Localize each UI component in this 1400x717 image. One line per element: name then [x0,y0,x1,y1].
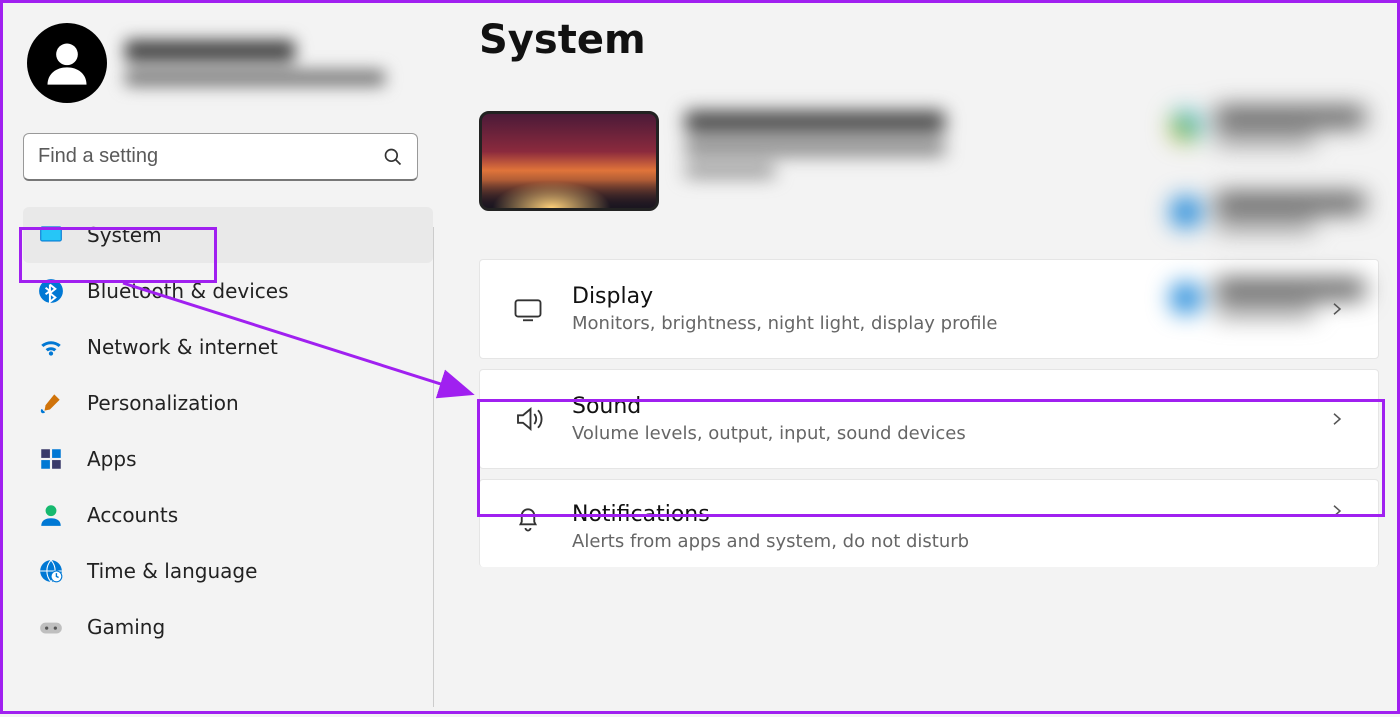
globe-clock-icon [37,557,65,585]
sidebar-item-time-language[interactable]: Time & language [23,543,433,599]
bluetooth-icon [37,277,65,305]
setting-title: Display [572,284,998,309]
setting-subtitle: Monitors, brightness, night light, displ… [572,313,998,334]
sidebar-item-label: System [87,223,162,247]
sidebar-item-label: Time & language [87,559,257,583]
display-icon [512,293,544,325]
person-icon [41,37,93,89]
sidebar-item-label: Network & internet [87,335,278,359]
sidebar-nav: System Bluetooth & devices Network & int… [23,207,433,655]
user-name-block [125,40,385,86]
page-title: System [443,17,1385,63]
avatar [27,23,107,103]
wifi-icon [37,333,65,361]
person-icon [37,501,65,529]
device-wallpaper-thumb [479,111,659,211]
setting-row-notifications[interactable]: Notifications Alerts from apps and syste… [479,479,1379,567]
setting-row-sound[interactable]: Sound Volume levels, output, input, soun… [479,369,1379,469]
user-account-block[interactable] [23,23,433,103]
search-input[interactable] [38,145,383,168]
brush-icon [37,389,65,417]
sidebar-item-label: Bluetooth & devices [87,279,289,303]
setting-title: Sound [572,394,966,419]
sidebar-item-gaming[interactable]: Gaming [23,599,433,655]
sidebar-item-label: Gaming [87,615,165,639]
setting-subtitle: Alerts from apps and system, do not dist… [572,531,969,552]
quick-links-block [1171,107,1365,317]
chevron-right-icon [1328,410,1346,428]
setting-subtitle: Volume levels, output, input, sound devi… [572,423,966,444]
main-content: System Display Monitors, brightness, nig… [443,17,1385,567]
bell-icon [512,502,544,534]
sound-icon [512,403,544,435]
sidebar: System Bluetooth & devices Network & int… [3,3,433,711]
sidebar-item-personalization[interactable]: Personalization [23,375,433,431]
sidebar-item-system[interactable]: System [23,207,433,263]
sidebar-item-apps[interactable]: Apps [23,431,433,487]
chevron-right-icon [1328,502,1346,520]
sidebar-item-bluetooth[interactable]: Bluetooth & devices [23,263,433,319]
gamepad-icon [37,613,65,641]
apps-icon [37,445,65,473]
monitor-icon [37,221,65,249]
sidebar-item-label: Apps [87,447,137,471]
search-icon [383,147,403,167]
sidebar-item-network[interactable]: Network & internet [23,319,433,375]
setting-title: Notifications [572,502,969,527]
search-box[interactable] [23,133,418,181]
device-name-block [685,111,945,177]
sidebar-item-label: Accounts [87,503,178,527]
sidebar-item-accounts[interactable]: Accounts [23,487,433,543]
divider [433,227,434,707]
sidebar-item-label: Personalization [87,391,239,415]
